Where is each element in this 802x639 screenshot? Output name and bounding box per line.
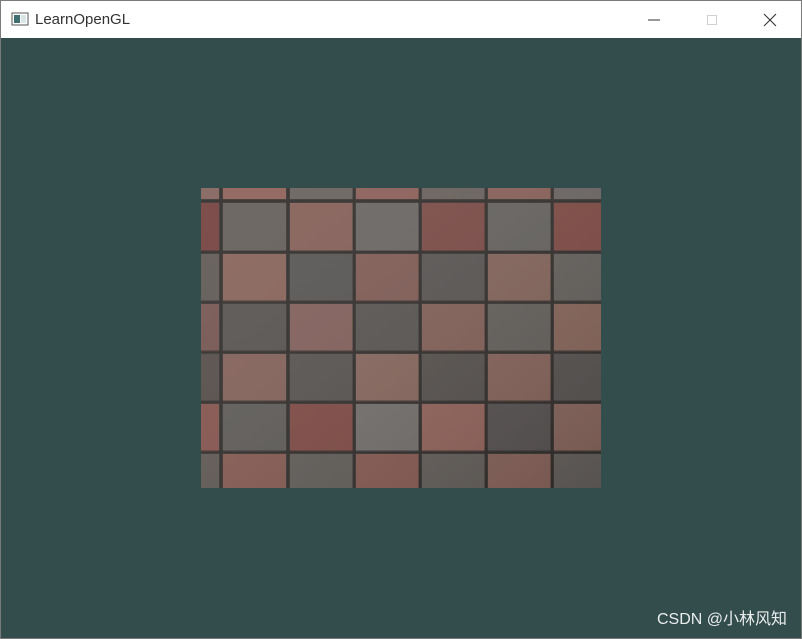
learnopengl-window: LearnOpenGL CSDN @小林风知 bbox=[0, 0, 802, 639]
opengl-render-canvas: CSDN @小林风知 bbox=[1, 38, 801, 638]
csdn-watermark: CSDN @小林风知 bbox=[656, 611, 787, 628]
minimize-icon bbox=[647, 13, 661, 27]
app-window-icon bbox=[11, 11, 29, 27]
maximize-button[interactable] bbox=[683, 1, 741, 38]
checkerboard-brick-texture bbox=[201, 188, 601, 488]
close-button[interactable] bbox=[741, 1, 799, 38]
minimize-button[interactable] bbox=[625, 1, 683, 38]
maximize-icon bbox=[705, 13, 719, 27]
close-icon bbox=[763, 13, 777, 27]
window-title: LearnOpenGL bbox=[35, 11, 131, 28]
window-title-bar[interactable]: LearnOpenGL bbox=[1, 1, 801, 38]
